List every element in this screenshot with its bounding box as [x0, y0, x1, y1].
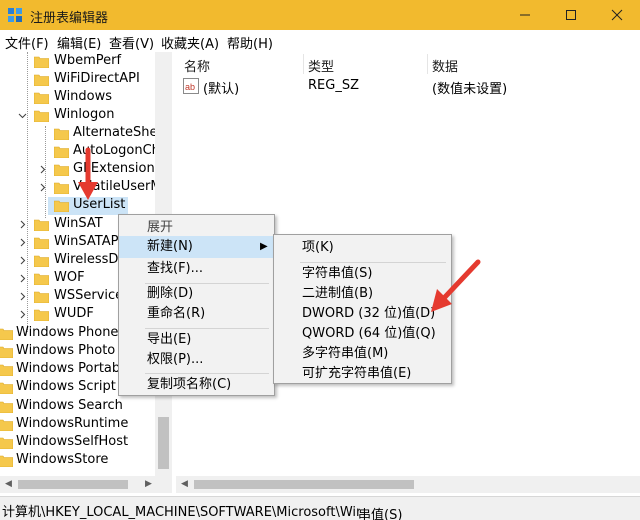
folder-open-icon: [34, 110, 49, 122]
tree-item[interactable]: VolatileUserM: [0, 179, 162, 197]
menu-view[interactable]: 查看(V): [109, 33, 154, 52]
tree-item[interactable]: GPExtensions: [0, 161, 162, 179]
maximize-icon: [566, 10, 576, 20]
folder-icon: [0, 455, 13, 467]
folder-icon: [54, 164, 69, 176]
status-overlap-text: 串值(S): [358, 508, 403, 520]
submenu-item-string-value[interactable]: 字符串值(S): [274, 263, 451, 285]
chevron-right-icon[interactable]: [18, 238, 27, 247]
tree-item[interactable]: WiFiDirectAPI: [0, 71, 156, 89]
close-icon: [611, 9, 623, 21]
folder-icon: [0, 382, 13, 394]
menu-item-find[interactable]: 查找(F)...: [119, 258, 274, 280]
list-horizontal-scrollbar[interactable]: ◀: [176, 476, 640, 493]
column-header-type[interactable]: 类型: [308, 56, 334, 75]
column-divider[interactable]: [303, 54, 304, 74]
tree-item[interactable]: WindowsRuntime: [0, 416, 156, 434]
window-title: 注册表编辑器: [30, 11, 109, 26]
folder-icon: [54, 200, 69, 212]
submenu-item-dword-value[interactable]: DWORD (32 位)值(D): [274, 303, 451, 325]
minimize-button[interactable]: [502, 0, 548, 30]
folder-icon: [0, 437, 13, 449]
chevron-down-icon[interactable]: [18, 111, 27, 120]
folder-icon: [34, 309, 49, 321]
chevron-right-icon[interactable]: [18, 292, 27, 301]
status-bar: 计算机\HKEY_LOCAL_MACHINE\SOFTWARE\Microsof…: [0, 496, 640, 520]
svg-text:ab: ab: [185, 82, 195, 92]
menu-item-new[interactable]: 新建(N) ▶: [119, 236, 274, 258]
folder-icon: [0, 328, 13, 340]
tree-item[interactable]: WbemPerf: [0, 53, 156, 71]
scrollbar-thumb[interactable]: [18, 480, 128, 489]
folder-icon: [34, 219, 49, 231]
chevron-right-icon[interactable]: [18, 256, 27, 265]
folder-icon: [34, 255, 49, 267]
submenu-item-qword-value[interactable]: QWORD (64 位)值(Q): [274, 323, 451, 345]
menu-help[interactable]: 帮助(H): [227, 33, 273, 52]
column-divider[interactable]: [427, 54, 428, 74]
scrollbar-thumb[interactable]: [158, 417, 169, 469]
submenu-item-multi-string-value[interactable]: 多字符串值(M): [274, 343, 451, 365]
tree-item-selected[interactable]: UserList: [48, 197, 128, 215]
menu-item-copy-key-name[interactable]: 复制项名称(C): [119, 374, 274, 396]
scroll-left-icon[interactable]: ◀: [181, 479, 188, 489]
new-submenu: 项(K) 字符串值(S) 二进制值(B) DWORD (32 位)值(D) QW…: [273, 234, 452, 384]
menu-file[interactable]: 文件(F): [5, 33, 49, 52]
chevron-right-icon[interactable]: [38, 165, 47, 174]
submenu-item-expandable-string-value[interactable]: 可扩充字符串值(E): [274, 363, 451, 385]
column-header-data[interactable]: 数据: [432, 56, 458, 75]
tree-item[interactable]: AlternateShel: [0, 125, 161, 143]
menu-item-rename[interactable]: 重命名(R): [119, 303, 274, 325]
value-data: (数值未设置): [432, 82, 508, 97]
tree-item[interactable]: WindowsStore: [0, 452, 156, 470]
regedit-icon: [8, 8, 22, 22]
folder-icon: [54, 182, 69, 194]
folder-icon: [0, 346, 13, 358]
context-menu: 展开 新建(N) ▶ 查找(F)... 删除(D) 重命名(R) 导出(E) 权…: [118, 214, 275, 396]
menu-edit[interactable]: 编辑(E): [57, 33, 101, 52]
status-path: 计算机\HKEY_LOCAL_MACHINE\SOFTWARE\Microsof…: [2, 505, 360, 520]
maximize-button[interactable]: [548, 0, 594, 30]
folder-icon: [34, 56, 49, 68]
tree-item[interactable]: WindowsSelfHost: [0, 434, 156, 452]
value-name: (默认): [203, 82, 240, 97]
close-button[interactable]: [594, 0, 640, 30]
tree-item[interactable]: Winlogon: [0, 107, 156, 125]
menu-bar: 文件(F) 编辑(E) 查看(V) 收藏夹(A) 帮助(H): [0, 30, 640, 52]
folder-icon: [0, 401, 13, 413]
folder-icon: [54, 146, 69, 158]
menu-item-export[interactable]: 导出(E): [119, 329, 274, 351]
chevron-right-icon: ▶: [260, 241, 268, 252]
folder-icon: [34, 92, 49, 104]
folder-icon: [34, 74, 49, 86]
title-bar: 注册表编辑器: [0, 0, 640, 30]
submenu-item-binary-value[interactable]: 二进制值(B): [274, 283, 451, 305]
scroll-left-icon[interactable]: ◀: [5, 479, 12, 489]
scroll-right-icon[interactable]: ▶: [145, 479, 152, 489]
tree-item[interactable]: Windows Search: [0, 398, 156, 416]
chevron-right-icon[interactable]: [38, 183, 47, 192]
menu-item-delete[interactable]: 删除(D): [119, 283, 274, 305]
column-header-name[interactable]: 名称: [184, 56, 210, 75]
folder-icon: [54, 128, 69, 140]
chevron-right-icon[interactable]: [18, 274, 27, 283]
chevron-right-icon[interactable]: [18, 310, 27, 319]
tree-horizontal-scrollbar[interactable]: ◀ ▶: [0, 476, 172, 493]
folder-icon: [0, 419, 13, 431]
minimize-icon: [520, 14, 530, 16]
menu-item-permissions[interactable]: 权限(P)...: [119, 349, 274, 371]
folder-icon: [34, 273, 49, 285]
folder-icon: [0, 364, 13, 376]
string-value-icon: ab: [183, 78, 199, 94]
tree-item[interactable]: Windows: [0, 89, 156, 107]
folder-icon: [34, 291, 49, 303]
menu-favorites[interactable]: 收藏夹(A): [161, 33, 219, 52]
folder-icon: [34, 237, 49, 249]
value-type: REG_SZ: [308, 78, 359, 93]
chevron-right-icon[interactable]: [18, 220, 27, 229]
scrollbar-thumb[interactable]: [194, 480, 414, 489]
tree-item[interactable]: AutoLogonCh: [0, 143, 160, 161]
submenu-item-key[interactable]: 项(K): [274, 237, 451, 259]
